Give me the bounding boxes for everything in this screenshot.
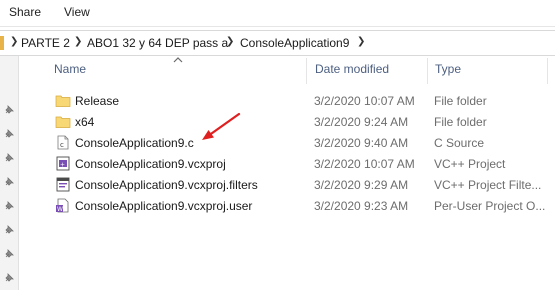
file-date-modified: 3/2/2020 9:23 AM [314, 199, 409, 213]
column-divider[interactable] [547, 58, 548, 84]
file-type: C Source [434, 136, 485, 150]
file-row-vcxproj-user[interactable]: W ConsoleApplication9.vcxproj.user 3/2/2… [53, 195, 555, 216]
file-date-modified: 3/2/2020 10:07 AM [314, 157, 415, 171]
filters-file-icon [56, 177, 70, 192]
file-type: File folder [434, 115, 487, 129]
file-type: VC++ Project Filte... [434, 178, 542, 192]
file-type: File folder [434, 94, 487, 108]
red-arrow-annotation [202, 112, 241, 140]
file-row-vcxproj[interactable]: + ConsoleApplication9.vcxproj 3/2/2020 1… [53, 153, 555, 174]
file-type: Per-User Project O... [434, 199, 546, 213]
address-bar[interactable]: ❯ PARTE 2 ❯ ABO1 32 y 64 DEP pass a ❯ Co… [0, 30, 555, 56]
file-date-modified: 3/2/2020 9:29 AM [314, 178, 409, 192]
pin-icon[interactable] [3, 200, 15, 212]
pin-icon[interactable] [3, 248, 15, 260]
vcxproj-file-icon: + [56, 156, 70, 171]
file-date-modified: 3/2/2020 9:40 AM [314, 136, 409, 150]
navigation-pane[interactable] [0, 56, 19, 290]
chevron-right-icon[interactable]: ❯ [226, 36, 234, 47]
file-row-release[interactable]: Release 3/2/2020 10:07 AM File folder [53, 90, 555, 111]
chevron-right-icon[interactable]: ❯ [357, 36, 365, 47]
column-header-date-modified[interactable]: Date modified [315, 62, 389, 82]
file-row-c-source[interactable]: c ConsoleApplication9.c 3/2/2020 9:40 AM… [53, 132, 555, 153]
ribbon-menu-bar: Share View [0, 0, 555, 27]
folder-icon [55, 95, 71, 107]
view-menu[interactable]: View [62, 5, 92, 19]
pin-icon[interactable] [3, 104, 15, 116]
svg-text:+: + [60, 162, 65, 169]
file-name: ConsoleApplication9.vcxproj.filters [75, 178, 258, 192]
file-name: ConsoleApplication9.c [75, 136, 194, 150]
chevron-right-icon[interactable]: ❯ [10, 36, 18, 47]
breadcrumb-item-abo1[interactable]: ABO1 32 y 64 DEP pass a [87, 36, 228, 50]
file-date-modified: 3/2/2020 9:24 AM [314, 115, 409, 129]
breadcrumb-item-consoleapplication9[interactable]: ConsoleApplication9 [240, 36, 349, 50]
svg-text:c: c [60, 141, 64, 149]
column-header-name[interactable]: Name [54, 62, 86, 82]
pin-icon[interactable] [3, 152, 15, 164]
column-header-type[interactable]: Type [435, 62, 461, 82]
column-divider[interactable] [427, 58, 428, 84]
file-name: x64 [75, 115, 95, 129]
pin-icon[interactable] [3, 272, 15, 284]
svg-text:W: W [57, 206, 63, 213]
file-date-modified: 3/2/2020 10:07 AM [314, 94, 415, 108]
file-row-x64[interactable]: x64 3/2/2020 9:24 AM File folder [53, 111, 555, 132]
file-row-vcxproj-filters[interactable]: ConsoleApplication9.vcxproj.filters 3/2/… [53, 174, 555, 195]
pin-icon[interactable] [3, 224, 15, 236]
column-divider[interactable] [306, 58, 307, 84]
file-name: Release [75, 94, 120, 108]
file-type: VC++ Project [434, 157, 506, 171]
file-name: ConsoleApplication9.vcxproj.user [75, 199, 253, 213]
folder-icon [55, 116, 71, 128]
share-menu[interactable]: Share [7, 5, 43, 19]
user-file-icon: W [56, 198, 69, 213]
chevron-right-icon[interactable]: ❯ [74, 36, 82, 47]
breadcrumb-folder-edge [0, 36, 4, 50]
c-source-file-icon: c [57, 135, 69, 150]
pin-icon[interactable] [3, 176, 15, 188]
file-name: ConsoleApplication9.vcxproj [75, 157, 226, 171]
pin-icon[interactable] [3, 128, 15, 140]
breadcrumb-item-parte2[interactable]: PARTE 2 [21, 36, 70, 50]
sort-ascending-icon [173, 57, 183, 63]
